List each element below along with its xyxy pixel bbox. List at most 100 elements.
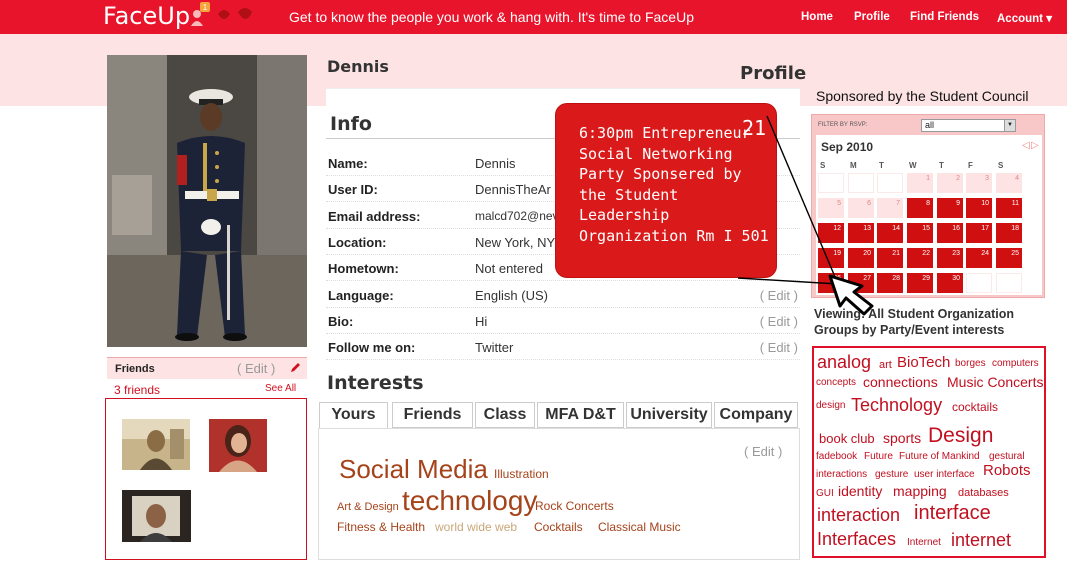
rsvp-filter-select[interactable]: all ▼ (921, 119, 1016, 132)
group-tag[interactable]: identity (838, 483, 882, 499)
tab-company[interactable]: Company (714, 402, 798, 428)
calendar-day[interactable]: 7 (877, 198, 903, 218)
group-tag[interactable]: interface (914, 502, 991, 525)
prev-month-icon[interactable]: ◁ (1022, 140, 1030, 151)
calendar-day[interactable]: 10 (966, 198, 992, 218)
calendar-day (818, 173, 844, 193)
calendar-day[interactable]: 13 (848, 223, 874, 243)
profile-section-heading: Profile (740, 63, 807, 84)
interest-tag[interactable]: technology (402, 485, 537, 517)
event-calendar: FILTER BY RSVP: all ▼ Sep 2010 ◁ ▷ S M T W T… (811, 114, 1045, 298)
tab-university[interactable]: University (626, 402, 712, 428)
group-tag[interactable]: Future of Mankind (899, 451, 980, 462)
calendar-day[interactable]: 24 (966, 248, 992, 268)
group-tag[interactable]: connections (863, 374, 938, 390)
info-row-edit-link[interactable]: ( Edit ) (760, 288, 798, 303)
group-tag[interactable]: user interface (914, 469, 975, 480)
group-tag[interactable]: computers (992, 358, 1039, 369)
group-tag[interactable]: Technology (851, 395, 942, 416)
calendar-day[interactable]: 1 (907, 173, 933, 193)
group-tag[interactable]: Interfaces (817, 529, 896, 550)
group-tag[interactable]: concepts (816, 377, 856, 388)
friend-avatar[interactable] (209, 419, 267, 472)
group-tag[interactable]: gesture (875, 469, 908, 480)
nav-account[interactable]: Account ▾ (997, 11, 1052, 25)
group-tag[interactable]: Future (864, 451, 893, 462)
tab-class[interactable]: Class (475, 402, 535, 428)
group-tag[interactable]: Music Concerts (947, 374, 1043, 390)
group-tag[interactable]: analog (817, 352, 871, 373)
group-tag[interactable]: Design (928, 424, 993, 448)
group-tag[interactable]: design (816, 400, 845, 411)
info-row-edit-link[interactable]: ( Edit ) (760, 314, 798, 329)
calendar-day[interactable]: 28 (877, 273, 903, 293)
interest-tag[interactable]: world wide web (435, 520, 517, 534)
arrow-cursor-icon (828, 274, 874, 316)
calendar-day[interactable]: 15 (907, 223, 933, 243)
nav-home[interactable]: Home (801, 11, 833, 23)
tab-mfa-dt[interactable]: MFA D&T (537, 402, 624, 428)
calendar-day[interactable]: 2 (937, 173, 963, 193)
interest-tag[interactable]: Cocktails (534, 520, 583, 534)
calendar-day[interactable]: 4 (996, 173, 1022, 193)
calendar-day[interactable]: 5 (818, 198, 844, 218)
group-tag[interactable]: databases (958, 487, 1009, 499)
profile-name-heading: Dennis (327, 57, 389, 76)
calendar-day[interactable]: 16 (937, 223, 963, 243)
calendar-day[interactable]: 22 (907, 248, 933, 268)
calendar-day[interactable]: 9 (937, 198, 963, 218)
group-tag[interactable]: book club (819, 431, 875, 446)
calendar-day[interactable]: 6 (848, 198, 874, 218)
calendar-day[interactable]: 12 (818, 223, 844, 243)
interest-tag[interactable]: Classical Music (598, 520, 681, 534)
calendar-day[interactable]: 8 (907, 198, 933, 218)
calendar-day[interactable]: 21 (877, 248, 903, 268)
group-tag[interactable]: gestural (989, 451, 1025, 462)
notification-icons[interactable]: 1 (190, 2, 265, 32)
nav-find-friends[interactable]: Find Friends (910, 11, 979, 23)
group-tag[interactable]: mapping (893, 483, 947, 499)
calendar-day[interactable]: 30 (937, 273, 963, 293)
info-row-value: English (US) (475, 288, 548, 303)
calendar-day[interactable]: 17 (966, 223, 992, 243)
group-tag[interactable]: BioTech (897, 354, 950, 371)
interests-edit-link[interactable]: ( Edit ) (744, 444, 782, 459)
calendar-day[interactable]: 23 (937, 248, 963, 268)
group-tag[interactable]: Internet (907, 537, 941, 548)
group-tag[interactable]: Robots (983, 462, 1031, 479)
group-tag[interactable]: internet (951, 530, 1011, 551)
group-tag[interactable]: cocktails (952, 400, 998, 414)
interest-tag[interactable]: Rock Concerts (535, 499, 614, 513)
calendar-day[interactable]: 11 (996, 198, 1022, 218)
interest-tag[interactable]: Social Media (339, 454, 488, 485)
interest-tag[interactable]: Illustration (494, 467, 549, 481)
calendar-day[interactable]: 25 (996, 248, 1022, 268)
group-tag[interactable]: interaction (817, 505, 900, 526)
nav-profile[interactable]: Profile (854, 11, 890, 23)
group-tag[interactable]: art (879, 359, 892, 371)
group-tag[interactable]: fadebook (816, 451, 857, 462)
interest-tag[interactable]: Fitness & Health (337, 520, 425, 534)
tab-friends[interactable]: Friends (392, 402, 473, 428)
friends-see-all-link[interactable]: See All (265, 383, 296, 394)
friends-edit-link[interactable]: ( Edit ) (237, 361, 275, 376)
calendar-day[interactable]: 19 (818, 248, 844, 268)
friend-avatar[interactable] (122, 419, 190, 470)
group-tag[interactable]: sports (883, 430, 921, 446)
group-tag[interactable]: GUI (816, 488, 834, 499)
calendar-day[interactable]: 3 (966, 173, 992, 193)
next-month-icon[interactable]: ▷ (1031, 140, 1039, 151)
calendar-day[interactable]: 29 (907, 273, 933, 293)
pencil-icon[interactable] (289, 362, 301, 374)
friend-avatar[interactable] (122, 490, 191, 542)
info-row-edit-link[interactable]: ( Edit ) (760, 340, 798, 355)
group-tag[interactable]: interactions (816, 469, 867, 480)
interest-tag[interactable]: Art & Design (337, 501, 399, 513)
group-tag[interactable]: borges (955, 358, 986, 369)
faceup-logo[interactable]: FaceUp (103, 2, 190, 30)
calendar-day[interactable]: 18 (996, 223, 1022, 243)
calendar-day[interactable]: 20 (848, 248, 874, 268)
profile-photo[interactable] (107, 55, 307, 347)
chevron-down-icon[interactable]: ▼ (1004, 120, 1015, 131)
calendar-day[interactable]: 14 (877, 223, 903, 243)
